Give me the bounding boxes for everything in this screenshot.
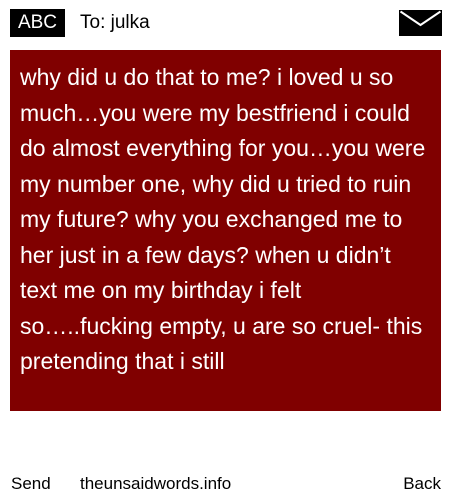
message-body: why did u do that to me? i loved u so mu… bbox=[10, 50, 441, 411]
message-text: why did u do that to me? i loved u so mu… bbox=[20, 64, 426, 374]
back-button[interactable]: Back bbox=[403, 470, 441, 498]
recipient-label: To: julka bbox=[80, 12, 150, 33]
envelope-icon bbox=[399, 10, 442, 36]
send-button[interactable]: Send bbox=[11, 470, 51, 498]
site-label: theunsaidwords.info bbox=[80, 474, 232, 493]
text-mode-badge: ABC bbox=[10, 9, 65, 37]
footer-bar: Send theunsaidwords.info Back bbox=[0, 470, 450, 500]
header-bar: ABC To: julka bbox=[0, 0, 450, 44]
